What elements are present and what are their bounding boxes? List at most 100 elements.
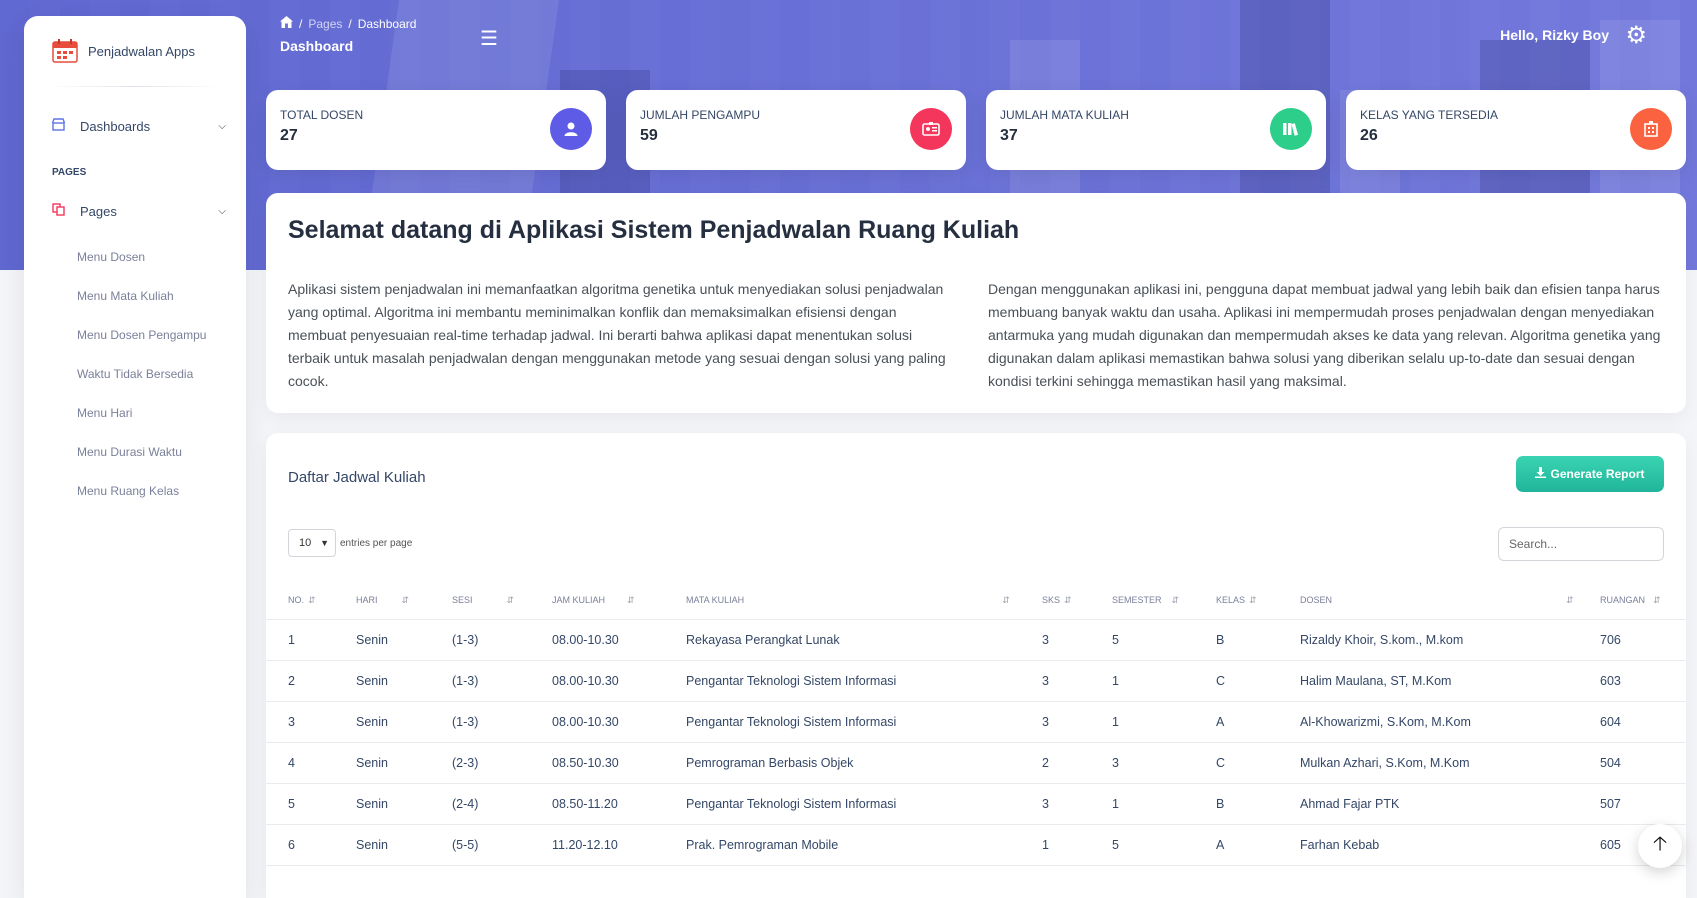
table-row[interactable]: 5 Senin (2-4) 08.50-11.20 Pengantar Teknolog… — [266, 783, 1686, 825]
col-header-label: JAM KULIAH — [552, 595, 606, 606]
schedule-table-body: 1 Senin (1-3) 08.00-10.30 Rekayasa Perangkat… — [266, 619, 1686, 866]
sidebar: Penjadwalan Apps Dashboards ⌵ PAGES Page… — [24, 16, 246, 898]
breadcrumb-separator: / — [299, 16, 303, 31]
id-card-icon — [910, 108, 952, 150]
schedule-card: Daftar Jadwal Kuliah Generate Report 10 … — [266, 433, 1686, 898]
user-greeting[interactable]: Hello, Rizky Boy — [1500, 27, 1609, 43]
table-header-row: NO. ⇵ HARI ⇵ SESI ⇵ JAM KULIAH ⇵ MATA KULIAH… — [266, 583, 1686, 620]
schedule-table: NO. ⇵ HARI ⇵ SESI ⇵ JAM KULIAH ⇵ MATA KULIAH… — [266, 583, 1686, 866]
table-row[interactable]: 2 Senin (1-3) 08.00-10.30 Pengantar Teknolog… — [266, 660, 1686, 702]
col-header-label: SKS — [1042, 595, 1061, 606]
cell-jam: 08.50-11.20 — [552, 783, 686, 825]
cell-sesi: (1-3) — [452, 619, 552, 661]
sidebar-item-menu-ruang-kelas[interactable]: Menu Ruang Kelas — [24, 472, 246, 511]
col-header-label: MATA KULIAH — [686, 595, 745, 606]
col-header-dosen[interactable]: DOSEN ⇵ — [1300, 583, 1600, 620]
breadcrumb-pages[interactable]: Pages — [308, 17, 342, 31]
col-header-sks[interactable]: SKS ⇵ — [1042, 583, 1112, 620]
col-header-kelas[interactable]: KELAS ⇵ — [1216, 583, 1300, 620]
cell-sks: 3 — [1042, 660, 1112, 702]
cell-ruangan: 604 — [1600, 701, 1686, 743]
sort-icon: ⇵ — [1002, 595, 1010, 606]
cell-mata-kuliah: Pengantar Teknologi Sistem Informasi — [686, 701, 1042, 743]
col-header-hari[interactable]: HARI ⇵ — [356, 583, 452, 620]
cell-kelas: C — [1216, 742, 1300, 784]
table-row[interactable]: 3 Senin (1-3) 08.00-10.30 Pengantar Teknolog… — [266, 701, 1686, 743]
brand-name: Penjadwalan Apps — [88, 43, 195, 59]
sort-icon: ⇵ — [401, 595, 410, 606]
sidebar-item-menu-durasi-waktu[interactable]: Menu Durasi Waktu — [24, 433, 246, 472]
cell-sesi: (1-3) — [452, 660, 552, 702]
cell-sks: 1 — [1042, 824, 1112, 866]
table-row[interactable]: 1 Senin (1-3) 08.00-10.30 Rekayasa Perangkat… — [266, 619, 1686, 661]
calendar-icon — [52, 39, 78, 63]
cell-no: 5 — [266, 783, 356, 825]
entries-per-page-label: entries per page — [340, 537, 413, 549]
col-header-sesi[interactable]: SESI ⇵ — [452, 583, 552, 620]
cell-hari: Senin — [356, 824, 452, 866]
sidebar-item-menu-mata-kuliah[interactable]: Menu Mata Kuliah — [24, 277, 246, 316]
table-row[interactable]: 6 Senin (5-5) 11.20-12.10 Prak. Pemrograman … — [266, 824, 1686, 866]
stat-card-kelas-tersedia: KELAS YANG TERSEDIA 26 — [1346, 90, 1686, 170]
col-header-label: DOSEN — [1300, 595, 1333, 606]
generate-report-label: Generate Report — [1550, 467, 1645, 481]
hamburger-icon[interactable]: ☰ — [480, 26, 498, 51]
cell-ruangan: 603 — [1600, 660, 1686, 702]
cell-sks: 2 — [1042, 742, 1112, 784]
cell-ruangan: 706 — [1600, 619, 1686, 661]
sidebar-item-menu-dosen-pengampu[interactable]: Menu Dosen Pengampu — [24, 316, 246, 355]
scroll-to-top-button[interactable]: 🡡 — [1638, 824, 1682, 868]
col-header-ruangan[interactable]: RUANGAN ⇵ — [1600, 583, 1686, 620]
stat-label: TOTAL DOSEN — [280, 108, 364, 122]
sort-icon: ⇵ — [1653, 595, 1661, 606]
col-header-mata-kuliah[interactable]: MATA KULIAH ⇵ — [686, 583, 1042, 620]
col-header-jam-kuliah[interactable]: JAM KULIAH ⇵ — [552, 583, 686, 620]
stat-label: JUMLAH PENGAMPU — [640, 108, 761, 122]
cell-no: 6 — [266, 824, 356, 866]
home-icon[interactable] — [280, 16, 293, 31]
sort-icon: ⇵ — [506, 595, 515, 606]
cell-sesi: (2-3) — [452, 742, 552, 784]
cell-jam: 08.00-10.30 — [552, 619, 686, 661]
cell-hari: Senin — [356, 660, 452, 702]
col-header-label: RUANGAN — [1600, 595, 1646, 606]
cell-jam: 08.00-10.30 — [552, 660, 686, 702]
cell-kelas: B — [1216, 619, 1300, 661]
breadcrumb: / Pages / Dashboard — [280, 16, 416, 31]
cell-semester: 1 — [1112, 701, 1216, 743]
stat-label: KELAS YANG TERSEDIA — [1360, 108, 1499, 122]
nav-pages[interactable]: Pages ⌵ — [24, 190, 246, 232]
sidebar-item-waktu-tidak-bersedia[interactable]: Waktu Tidak Bersedia — [24, 355, 246, 394]
cell-jam: 08.00-10.30 — [552, 701, 686, 743]
cell-no: 2 — [266, 660, 356, 702]
col-header-label: HARI — [356, 595, 378, 606]
stat-card-jumlah-pengampu: JUMLAH PENGAMPU 59 — [626, 90, 966, 170]
stat-card-jumlah-mata-kuliah: JUMLAH MATA KULIAH 37 — [986, 90, 1326, 170]
cell-dosen: Ahmad Fajar PTK — [1300, 783, 1600, 825]
nav-dashboards[interactable]: Dashboards ⌵ — [24, 105, 246, 147]
cell-dosen: Mulkan Azhari, S.Kom, M.Kom — [1300, 742, 1600, 784]
brand[interactable]: Penjadwalan Apps — [24, 16, 246, 86]
cell-sks: 3 — [1042, 701, 1112, 743]
sidebar-item-menu-hari[interactable]: Menu Hari — [24, 394, 246, 433]
page-length-select[interactable]: 10 ▼ — [288, 529, 336, 557]
cell-sesi: (2-4) — [452, 783, 552, 825]
col-header-semester[interactable]: SEMESTER ⇵ — [1112, 583, 1216, 620]
welcome-title: Selamat datang di Aplikasi Sistem Penjad… — [288, 216, 1020, 244]
col-header-no[interactable]: NO. ⇵ — [266, 583, 356, 620]
generate-report-button[interactable]: Generate Report — [1516, 456, 1664, 492]
building-icon — [1630, 108, 1672, 150]
breadcrumb-current: Dashboard — [357, 16, 417, 31]
cell-sks: 3 — [1042, 783, 1112, 825]
welcome-card: Selamat datang di Aplikasi Sistem Penjad… — [266, 193, 1686, 413]
search-input[interactable] — [1498, 527, 1664, 561]
sidebar-item-menu-dosen[interactable]: Menu Dosen — [24, 238, 246, 277]
cell-mata-kuliah: Rekayasa Perangkat Lunak — [686, 619, 1042, 661]
cell-kelas: C — [1216, 660, 1300, 702]
cell-kelas: A — [1216, 701, 1300, 743]
gear-icon[interactable]: ⚙ — [1625, 21, 1647, 50]
stat-value: 37 — [1000, 127, 1018, 144]
table-row[interactable]: 4 Senin (2-3) 08.50-10.30 Pemrograman Berbas… — [266, 742, 1686, 784]
col-header-label: SESI — [452, 595, 473, 606]
cell-no: 1 — [266, 619, 356, 661]
